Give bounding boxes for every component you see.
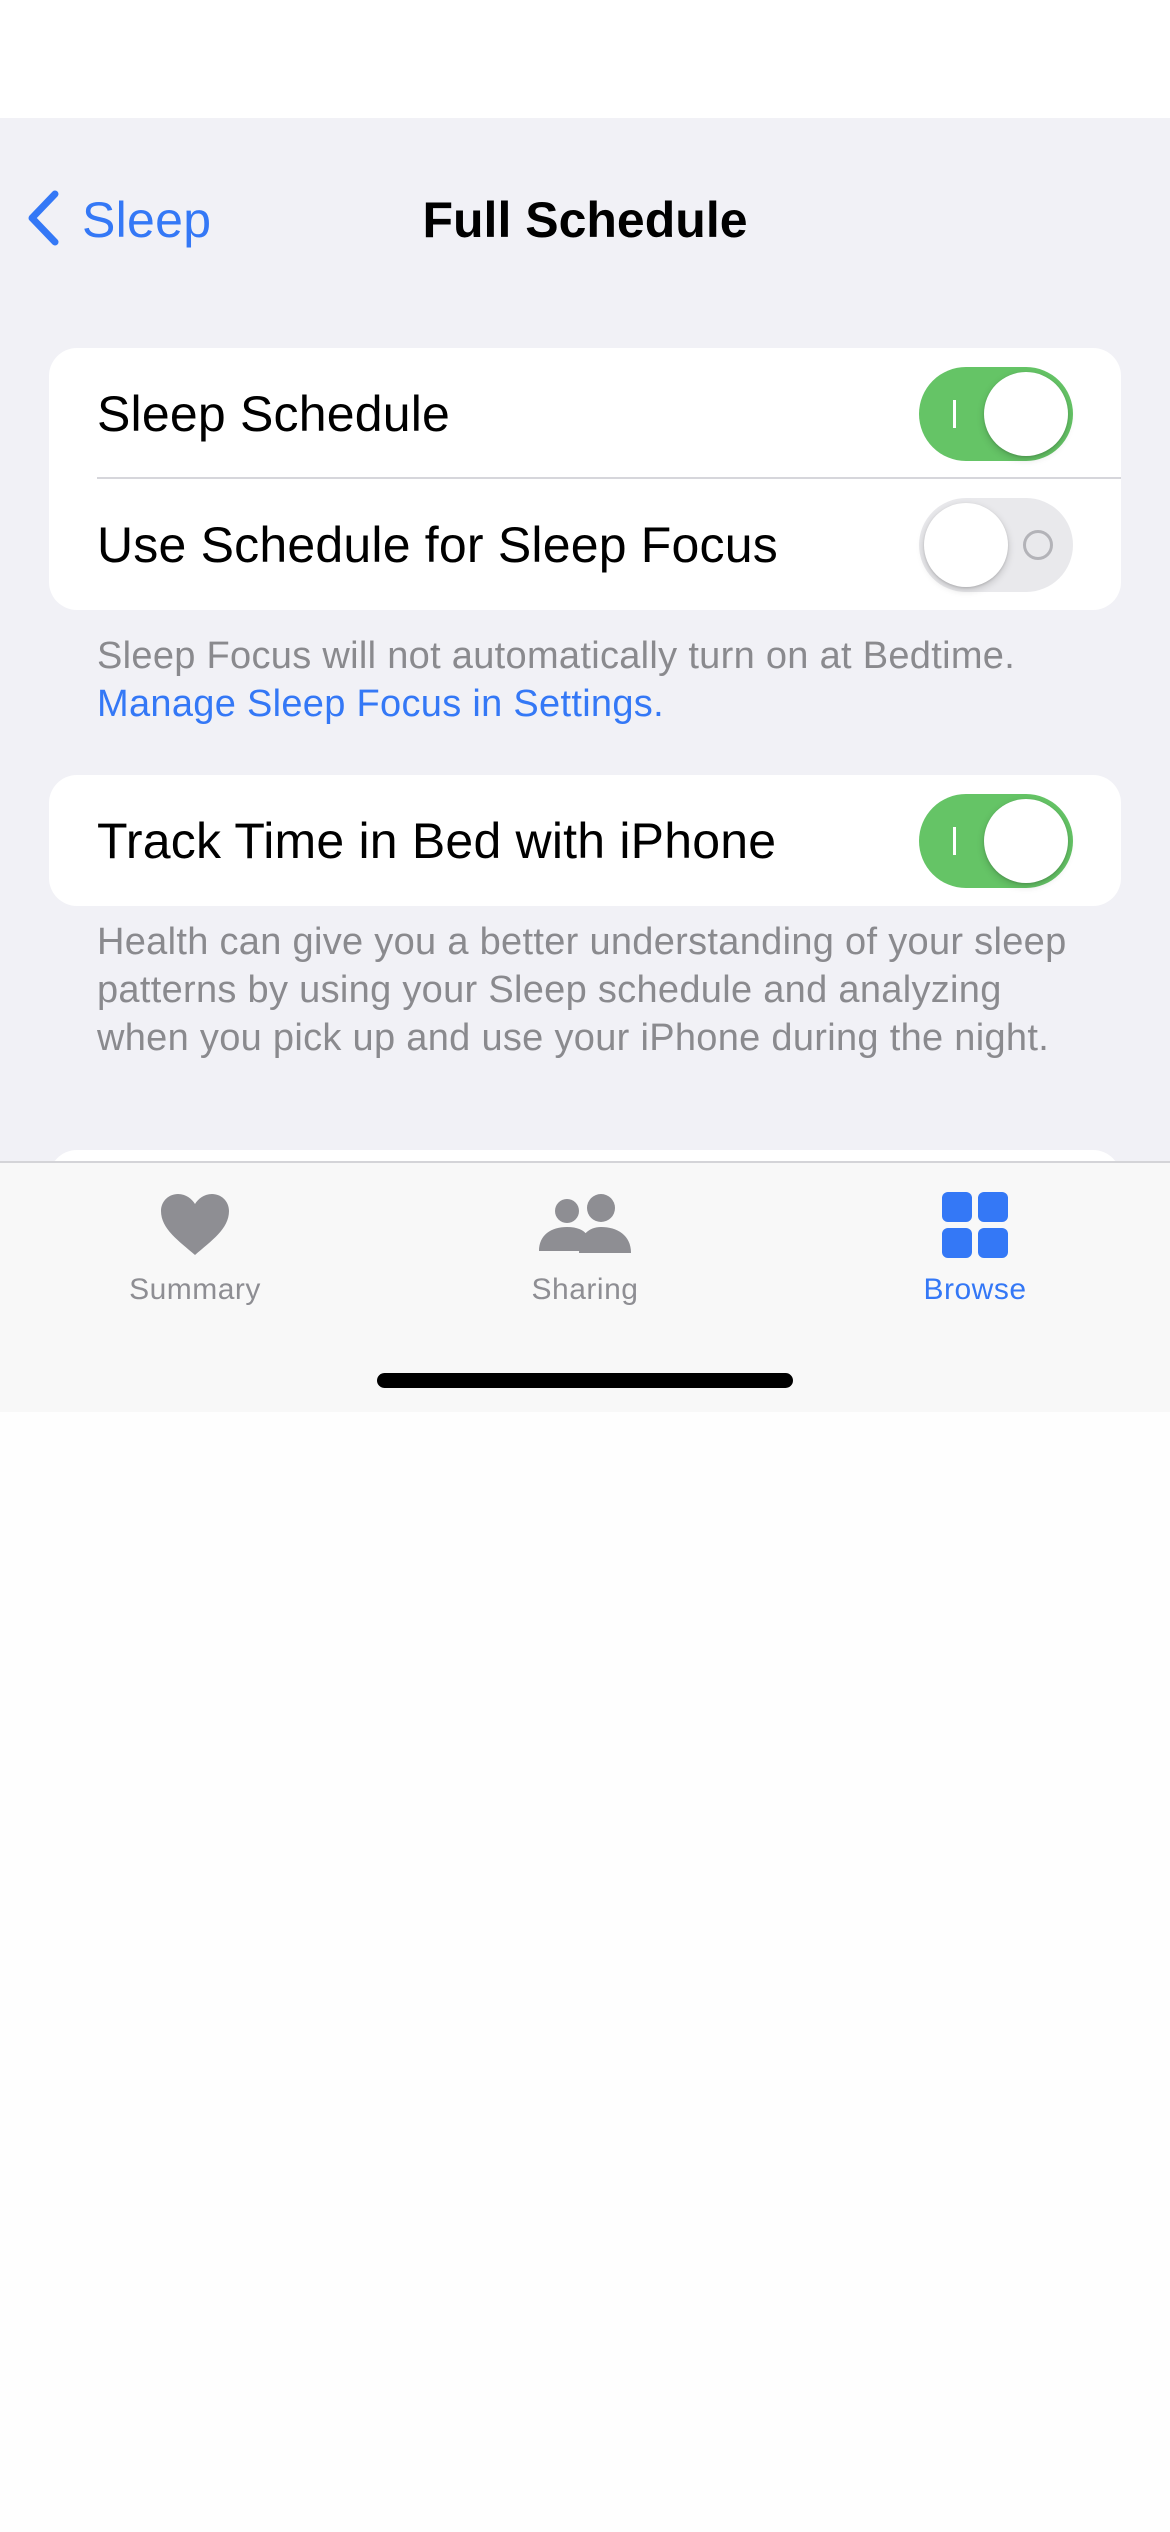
sleep-focus-schedule-row: Use Schedule for Sleep Focus: [49, 479, 1121, 610]
track-time-toggle[interactable]: [919, 793, 1073, 888]
track-time-footer: Health can give you a better understandi…: [97, 921, 1067, 1059]
tab-browse-label: Browse: [923, 1273, 1027, 1306]
tab-sharing-label: Sharing: [531, 1273, 639, 1306]
sleep-schedule-label: Sleep Schedule: [97, 385, 451, 442]
sleep-schedule-group: Sleep Schedule Use Schedule for Sleep Fo…: [49, 348, 1121, 610]
navigation-bar: Sleep Full Schedule: [0, 118, 1170, 294]
track-time-group: Track Time in Bed with iPhone: [49, 775, 1121, 906]
toggle-knob: [984, 798, 1068, 883]
people-icon: [537, 1185, 633, 1265]
tab-sharing[interactable]: Sharing: [390, 1163, 780, 1333]
tab-browse[interactable]: Browse: [780, 1163, 1170, 1333]
empty-area: [0, 1412, 1170, 2532]
track-time-row: Track Time in Bed with iPhone: [49, 775, 1121, 906]
toggle-on-mark-icon: [953, 826, 956, 855]
home-indicator[interactable]: [377, 1373, 793, 1388]
full-schedule-screen: Sleep Full Schedule Sleep Schedule Use S…: [0, 118, 1170, 1161]
sleep-focus-schedule-label: Use Schedule for Sleep Focus: [97, 516, 778, 573]
sleep-schedule-toggle[interactable]: [919, 366, 1073, 461]
tab-summary[interactable]: Summary: [0, 1163, 390, 1333]
tab-summary-label: Summary: [129, 1273, 261, 1306]
sleep-focus-footer: Sleep Focus will not automatically turn …: [97, 632, 1097, 728]
track-time-label: Track Time in Bed with iPhone: [97, 812, 777, 869]
sleep-schedule-row: Sleep Schedule: [49, 348, 1121, 479]
sleep-focus-schedule-toggle[interactable]: [919, 497, 1073, 592]
manage-sleep-focus-link[interactable]: Manage Sleep Focus in Settings.: [97, 680, 1097, 728]
toggle-off-mark-icon: [1023, 529, 1053, 560]
next-settings-group: [49, 1150, 1121, 1161]
heart-icon: [159, 1185, 231, 1265]
grid-icon: [942, 1185, 1008, 1265]
toggle-knob: [924, 502, 1008, 587]
tab-bar: Summary Sharing Browse: [0, 1161, 1170, 1412]
sleep-focus-footer-text: Sleep Focus will not automatically turn …: [97, 635, 1016, 677]
page-title: Full Schedule: [422, 192, 748, 248]
toggle-on-mark-icon: [953, 399, 956, 428]
status-bar-area: [0, 0, 1170, 118]
toggle-knob: [984, 371, 1068, 456]
